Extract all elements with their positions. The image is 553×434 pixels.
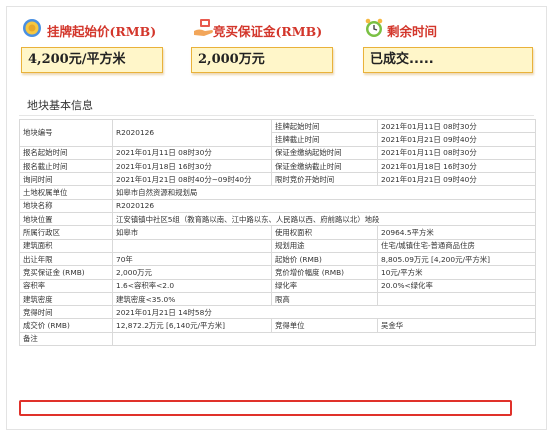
table-key: 所属行政区	[19, 225, 113, 240]
table-value: 建筑密度<35.0%	[112, 291, 272, 307]
deposit-title: 竞买保证金(RMB)	[213, 24, 323, 39]
table-value: R2020126	[112, 198, 536, 214]
table-key: 建筑面积	[19, 238, 113, 253]
table-row: 竞买保证金 (RMB) 2,000万元 竞价增价幅度 (RMB) 10元/平方米	[19, 265, 536, 280]
hand-money-icon	[194, 19, 213, 36]
table-key: 竞价增价幅度 (RMB)	[271, 265, 378, 280]
table-value: 1.6<容积率<2.0	[112, 278, 272, 293]
table-key: 容积率	[19, 278, 113, 293]
table-value: 吴金华	[377, 318, 536, 333]
land-info-table: 地块编号 R2020126 挂牌起始时间 2021年01月11日 08时30分 …	[19, 118, 536, 347]
table-row: 出让年限 70年 起始价 (RMB) 8,805.09万元 [4,200元/平方…	[19, 251, 536, 267]
table-key: 备注	[19, 331, 113, 347]
table-row: 建筑面积 规划用途 住宅/城镇住宅-普通商品住房	[19, 238, 536, 253]
table-value: 如皋市自然资源和规划局	[112, 185, 536, 200]
table-row: 容积率 1.6<容积率<2.0 绿化率 20.0%<绿化率	[19, 278, 536, 293]
table-value: 8,805.09万元 [4,200元/平方米]	[377, 251, 536, 267]
coin-stack-icon	[23, 19, 41, 37]
table-key: 出让年限	[19, 251, 113, 267]
table-key: 土地权属单位	[19, 185, 113, 200]
start-price-value: 4,200元/平方米	[21, 47, 163, 73]
table-row: 建筑密度 建筑密度<35.0% 限高	[19, 291, 536, 307]
table-value: 2021年01月11日 08时30分	[377, 118, 536, 134]
table-value: 2,000万元	[112, 265, 272, 280]
table-key: 挂牌截止时间	[271, 132, 378, 147]
table-key: 绿化率	[271, 278, 378, 293]
table-row: 询问时间 2021年01月21日 08时40分~09时40分 限时竞价开始时间 …	[19, 172, 536, 187]
table-value: 10元/平方米	[377, 265, 536, 280]
table-value: 12,872.2万元 [6,140元/平方米]	[112, 318, 272, 333]
table-row: 地块名称 R2020126	[19, 198, 536, 214]
table-value: 2021年01月21日 08时40分~09时40分	[112, 172, 272, 187]
table-key: 挂牌起始时间	[271, 118, 378, 134]
deposit-value: 2,000万元	[191, 47, 333, 73]
table-row: 地块编号 R2020126 挂牌起始时间 2021年01月11日 08时30分	[19, 118, 536, 147]
table-row: 成交价 (RMB) 12,872.2万元 [6,140元/平方米] 竞得单位 吴…	[19, 318, 536, 333]
alarm-clock-icon	[365, 18, 383, 37]
table-value: 住宅/城镇住宅-普通商品住房	[377, 238, 536, 253]
table-key: 竞得单位	[271, 318, 378, 333]
table-value: 如皋市	[112, 225, 272, 240]
table-key: 地块编号	[19, 119, 113, 147]
table-key: 保证金缴纳截止时间	[271, 158, 378, 174]
section-divider	[19, 115, 534, 116]
table-key: 竞买保证金 (RMB)	[19, 265, 113, 280]
table-row: 备注	[19, 331, 536, 347]
table-key: 地块名称	[19, 198, 113, 214]
table-value	[112, 238, 272, 253]
table-key: 报名截止时间	[19, 158, 113, 174]
land-auction-panel: 挂牌起始价(RMB) 竞买保证金(RMB) 剩余时间 4,200元/平方米 2,…	[6, 6, 547, 430]
remaining-time-title: 剩余时间	[387, 24, 438, 39]
table-value: 江安镇镇中社区5组（教育路以南、江中路以东、人民路以西、府前路以北）地段	[112, 212, 536, 227]
table-value: R2020126	[112, 119, 272, 147]
table-row: 土地权属单位 如皋市自然资源和规划局	[19, 185, 536, 200]
remaining-time-value: 已成交.....	[363, 47, 533, 73]
table-row: 所属行政区 如皋市 使用权面积 20964.5平方米	[19, 225, 536, 240]
table-value	[377, 291, 536, 307]
table-key: 竞得时间	[19, 305, 113, 320]
table-key: 地块位置	[19, 212, 113, 227]
table-key: 起始价 (RMB)	[271, 251, 378, 267]
table-key: 使用权面积	[271, 225, 378, 240]
price-summary-header: 挂牌起始价(RMB) 竞买保证金(RMB) 剩余时间 4,200元/平方米 2,…	[7, 7, 546, 91]
table-key: 规划用途	[271, 238, 378, 253]
section-title: 地块基本信息	[27, 99, 93, 112]
table-value: 2021年01月21日 09时40分	[377, 132, 536, 147]
deal-price-highlight	[19, 400, 512, 416]
table-key: 询问时间	[19, 172, 113, 187]
table-value: 2021年01月11日 08时30分	[112, 145, 272, 160]
table-row: 报名起始时间 2021年01月11日 08时30分 保证金缴纳起始时间 2021…	[19, 145, 536, 160]
table-value: 20964.5平方米	[377, 225, 536, 240]
table-value	[112, 331, 536, 347]
table-row: 报名截止时间 2021年01月18日 16时30分 保证金缴纳截止时间 2021…	[19, 158, 536, 174]
table-key: 限高	[271, 291, 378, 307]
table-key: 保证金缴纳起始时间	[271, 145, 378, 160]
table-value: 2021年01月18日 16时30分	[377, 158, 536, 174]
table-key: 限时竞价开始时间	[271, 172, 378, 187]
table-key: 成交价 (RMB)	[19, 318, 113, 333]
table-key: 建筑密度	[19, 291, 113, 307]
start-price-title: 挂牌起始价(RMB)	[47, 24, 157, 39]
table-row: 地块位置 江安镇镇中社区5组（教育路以南、江中路以东、人民路以西、府前路以北）地…	[19, 212, 536, 227]
table-value: 2021年01月21日 09时40分	[377, 172, 536, 187]
table-value: 2021年01月21日 14时58分	[112, 305, 536, 320]
table-value: 2021年01月18日 16时30分	[112, 158, 272, 174]
table-key: 报名起始时间	[19, 145, 113, 160]
table-value: 20.0%<绿化率	[377, 278, 536, 293]
table-row: 竞得时间 2021年01月21日 14时58分	[19, 305, 536, 320]
table-value: 70年	[112, 251, 272, 267]
table-value: 2021年01月11日 08时30分	[377, 145, 536, 160]
